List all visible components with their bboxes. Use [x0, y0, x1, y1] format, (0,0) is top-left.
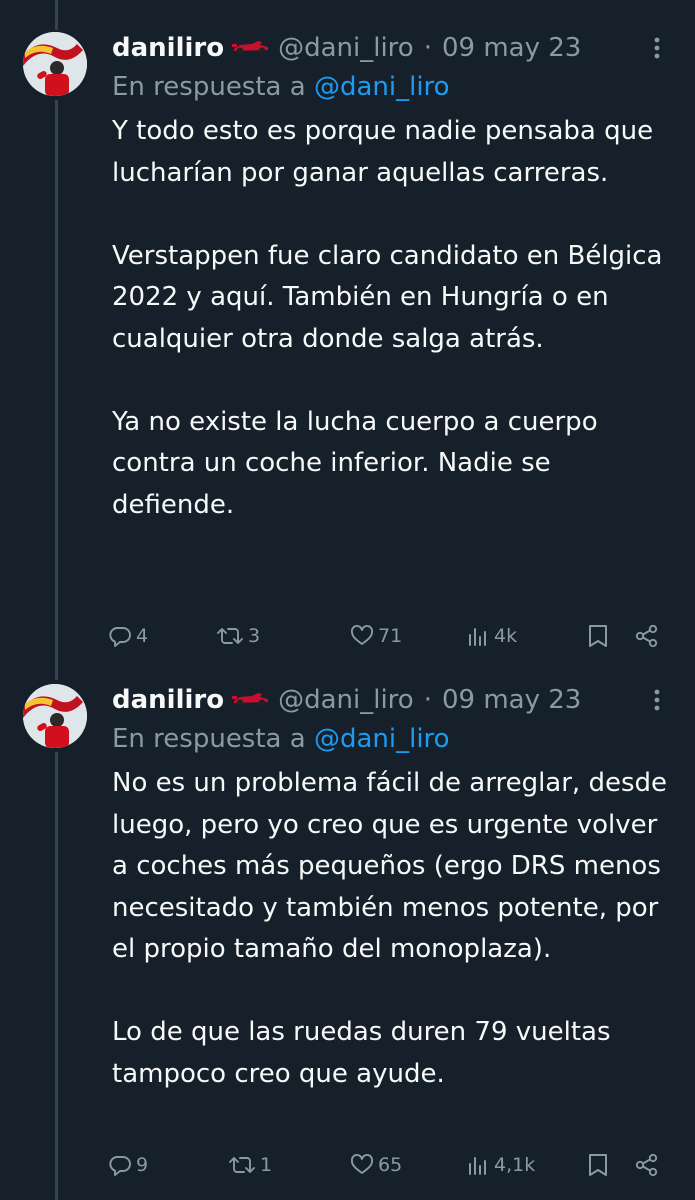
reply-count: 9 [136, 1154, 149, 1176]
tweet-header: daniliro @dani_liro · 09 may 23 [112, 683, 581, 717]
heart-icon [350, 1153, 374, 1177]
bookmark-icon [587, 1153, 609, 1177]
reply-context: En respuesta a @dani_liro [112, 72, 450, 102]
views-icon [466, 1153, 490, 1177]
separator: · [423, 685, 432, 715]
user-handle[interactable]: @dani_liro [278, 685, 414, 715]
reply-mention[interactable]: @dani_liro [314, 724, 450, 754]
thread-line-top [55, 668, 58, 680]
tweet[interactable]: daniliro @dani_liro · 09 may 23 En respu… [0, 668, 695, 1200]
tweet-paragraph: Lo de que las ruedas duren 79 vueltas ta… [112, 1017, 611, 1089]
timestamp[interactable]: 09 may 23 [442, 33, 581, 63]
retweet-button[interactable]: 3 [216, 618, 260, 654]
views-button[interactable]: 4,1k [466, 1147, 535, 1183]
display-name[interactable]: daniliro [112, 685, 224, 715]
views-count: 4k [494, 625, 518, 647]
bookmark-button[interactable] [587, 618, 609, 654]
reply-icon [108, 624, 132, 648]
views-button[interactable]: 4k [466, 618, 517, 654]
avatar-image [23, 32, 87, 96]
like-button[interactable]: 65 [350, 1147, 402, 1183]
race-car-icon [232, 33, 270, 63]
avatar-image [23, 684, 87, 748]
user-handle[interactable]: @dani_liro [278, 33, 414, 63]
views-icon [466, 624, 490, 648]
heart-icon [350, 624, 374, 648]
reply-icon [108, 1153, 132, 1177]
tweet-paragraph: Verstappen fue claro candidato en Bélgic… [112, 240, 663, 354]
retweet-count: 3 [248, 625, 261, 647]
retweet-button[interactable]: 1 [228, 1147, 272, 1183]
tweet-text: Y todo esto es porque nadie pensaba que … [112, 111, 672, 526]
reply-prefix: En respuesta a [112, 724, 306, 754]
bookmark-button[interactable] [587, 1147, 609, 1183]
views-count: 4,1k [494, 1154, 536, 1176]
share-button[interactable] [634, 618, 660, 654]
reply-prefix: En respuesta a [112, 72, 306, 102]
like-count: 71 [378, 625, 403, 647]
reply-button[interactable]: 4 [108, 618, 148, 654]
retweet-icon [216, 624, 244, 648]
like-button[interactable]: 71 [350, 618, 402, 654]
share-icon [634, 1153, 660, 1177]
action-bar: 9 1 65 4,1k [108, 1147, 668, 1183]
tweet-paragraph: Ya no existe la lucha cuerpo a cuerpo co… [112, 406, 598, 520]
like-count: 65 [378, 1154, 403, 1176]
thread-line-top [55, 0, 58, 30]
thread-line [55, 100, 58, 668]
display-name[interactable]: daniliro [112, 33, 224, 63]
tweet-paragraph: No es un problema fácil de arreglar, des… [112, 768, 667, 964]
tweet-header: daniliro @dani_liro · 09 may 23 [112, 31, 581, 65]
share-icon [634, 624, 660, 648]
avatar[interactable] [23, 32, 87, 96]
timestamp[interactable]: 09 may 23 [442, 685, 581, 715]
reply-mention[interactable]: @dani_liro [314, 72, 450, 102]
retweet-count: 1 [260, 1154, 273, 1176]
reply-button[interactable]: 9 [108, 1147, 148, 1183]
reply-context: En respuesta a @dani_liro [112, 724, 450, 754]
tweet-text: No es un problema fácil de arreglar, des… [112, 763, 672, 1095]
share-button[interactable] [634, 1147, 660, 1183]
separator: · [423, 33, 432, 63]
bookmark-icon [587, 624, 609, 648]
more-options-icon[interactable] [645, 31, 669, 65]
more-options-icon[interactable] [645, 683, 669, 717]
avatar[interactable] [23, 684, 87, 748]
action-bar: 4 3 71 4k [108, 618, 668, 654]
reply-count: 4 [136, 625, 149, 647]
tweet-paragraph: Y todo esto es porque nadie pensaba que … [112, 116, 654, 188]
race-car-icon [232, 685, 270, 715]
tweet[interactable]: daniliro @dani_liro · 09 may 23 En respu… [0, 0, 695, 668]
thread-line [55, 752, 58, 1200]
retweet-icon [228, 1153, 256, 1177]
